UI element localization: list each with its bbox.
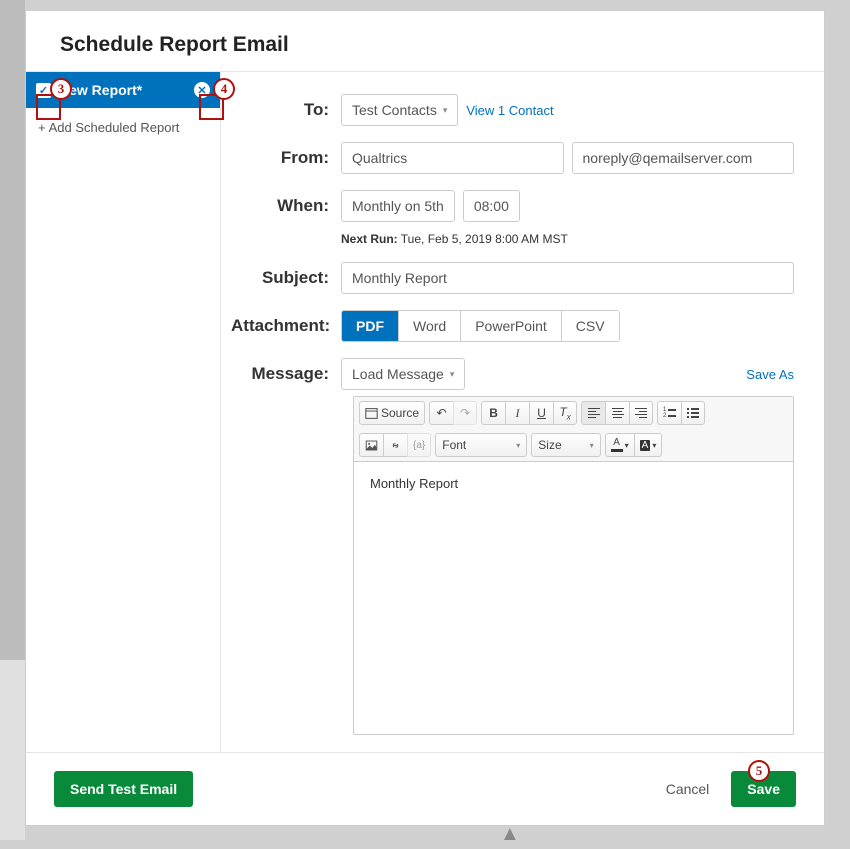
- source-button[interactable]: Source: [359, 401, 425, 425]
- clear-format-button[interactable]: Tx: [553, 401, 577, 425]
- piped-text-button[interactable]: {a}: [407, 433, 431, 457]
- from-email-input[interactable]: [572, 142, 795, 174]
- link-button[interactable]: [383, 433, 407, 457]
- ordered-list-button[interactable]: 12: [657, 401, 681, 425]
- to-dropdown[interactable]: Test Contacts ▾: [341, 94, 458, 126]
- annotation-3: 3: [50, 78, 72, 100]
- chevron-down-icon: ▾: [450, 369, 455, 380]
- attachment-word[interactable]: Word: [399, 311, 461, 341]
- chevron-down-icon: ▾: [516, 441, 520, 450]
- attachment-pdf[interactable]: PDF: [342, 311, 399, 341]
- ordered-list-icon: 12: [663, 408, 676, 418]
- schedule-report-modal: Schedule Report Email ✓ New Report* ✕ +A…: [25, 10, 825, 826]
- send-test-email-button[interactable]: Send Test Email: [54, 771, 193, 807]
- when-time-dropdown[interactable]: 08:00: [463, 190, 520, 222]
- annotation-4: 4: [213, 78, 235, 100]
- chevron-down-icon: ▾: [590, 441, 594, 450]
- bg-color-button[interactable]: A▾: [634, 433, 663, 457]
- report-enabled-checkbox[interactable]: ✓: [36, 83, 51, 98]
- add-report-label: Add Scheduled Report: [49, 120, 180, 135]
- bg-color-icon: A: [640, 440, 651, 451]
- redo-icon: ↷: [460, 406, 470, 420]
- image-button[interactable]: [359, 433, 383, 457]
- when-label: When:: [231, 190, 341, 216]
- attachment-csv[interactable]: CSV: [562, 311, 619, 341]
- load-message-value: Load Message: [352, 366, 444, 382]
- image-icon: [365, 439, 378, 452]
- link-icon: [389, 439, 402, 452]
- from-name-input[interactable]: [341, 142, 564, 174]
- annotation-5: 5: [748, 760, 770, 782]
- bullet-list-icon: [687, 408, 699, 418]
- editor-toolbar: Source ↶ ↷ B I U Tx: [354, 397, 793, 462]
- undo-icon: ↶: [437, 406, 447, 420]
- close-icon[interactable]: ✕: [194, 82, 210, 98]
- subject-input[interactable]: [341, 262, 794, 294]
- when-freq-value: Monthly on 5th: [352, 198, 444, 214]
- align-right-icon: [635, 408, 647, 419]
- editor-body[interactable]: Monthly Report: [354, 462, 793, 734]
- load-message-dropdown[interactable]: Load Message ▾: [341, 358, 465, 390]
- from-label: From:: [231, 142, 341, 168]
- bullet-list-button[interactable]: [681, 401, 705, 425]
- view-contacts-link[interactable]: View 1 Contact: [466, 103, 553, 118]
- save-as-link[interactable]: Save As: [746, 367, 794, 382]
- undo-button[interactable]: ↶: [429, 401, 453, 425]
- attachment-label: Attachment:: [231, 310, 341, 336]
- align-left-button[interactable]: [581, 401, 605, 425]
- report-tab-label: New Report*: [59, 82, 186, 98]
- cancel-button[interactable]: Cancel: [650, 771, 726, 807]
- subject-label: Subject:: [231, 262, 341, 288]
- italic-button[interactable]: I: [505, 401, 529, 425]
- bold-button[interactable]: B: [481, 401, 505, 425]
- text-color-icon: A: [611, 438, 623, 452]
- warning-icon: ▲: [500, 823, 520, 846]
- next-run-text: Next Run: Tue, Feb 5, 2019 8:00 AM MST: [341, 232, 794, 246]
- message-label: Message:: [231, 358, 341, 384]
- font-select[interactable]: Font▾: [435, 433, 527, 457]
- when-frequency-dropdown[interactable]: Monthly on 5th: [341, 190, 455, 222]
- chevron-down-icon: ▾: [625, 441, 629, 450]
- align-left-icon: [588, 408, 600, 419]
- sidebar: ✓ New Report* ✕ +Add Scheduled Report: [26, 72, 221, 752]
- align-center-icon: [612, 408, 624, 419]
- rich-text-editor: Source ↶ ↷ B I U Tx: [353, 396, 794, 735]
- add-scheduled-report[interactable]: +Add Scheduled Report: [26, 108, 220, 147]
- align-center-button[interactable]: [605, 401, 629, 425]
- chevron-down-icon: ▾: [652, 441, 656, 450]
- piped-text-icon: {a}: [413, 440, 425, 451]
- underline-button[interactable]: U: [529, 401, 553, 425]
- chevron-down-icon: ▾: [443, 105, 448, 116]
- align-right-button[interactable]: [629, 401, 653, 425]
- redo-button[interactable]: ↷: [453, 401, 477, 425]
- modal-footer: Send Test Email Cancel Save: [26, 753, 824, 825]
- to-label: To:: [231, 94, 341, 120]
- attachment-segments: PDF Word PowerPoint CSV: [341, 310, 620, 342]
- attachment-powerpoint[interactable]: PowerPoint: [461, 311, 562, 341]
- text-color-button[interactable]: A▾: [605, 433, 634, 457]
- when-time-value: 08:00: [474, 198, 509, 214]
- modal-title: Schedule Report Email: [26, 11, 824, 71]
- to-value: Test Contacts: [352, 102, 437, 118]
- size-select[interactable]: Size▾: [531, 433, 600, 457]
- form-area: To: Test Contacts ▾ View 1 Contact From:: [221, 72, 824, 752]
- plus-icon: +: [38, 120, 46, 135]
- source-icon: [365, 407, 378, 420]
